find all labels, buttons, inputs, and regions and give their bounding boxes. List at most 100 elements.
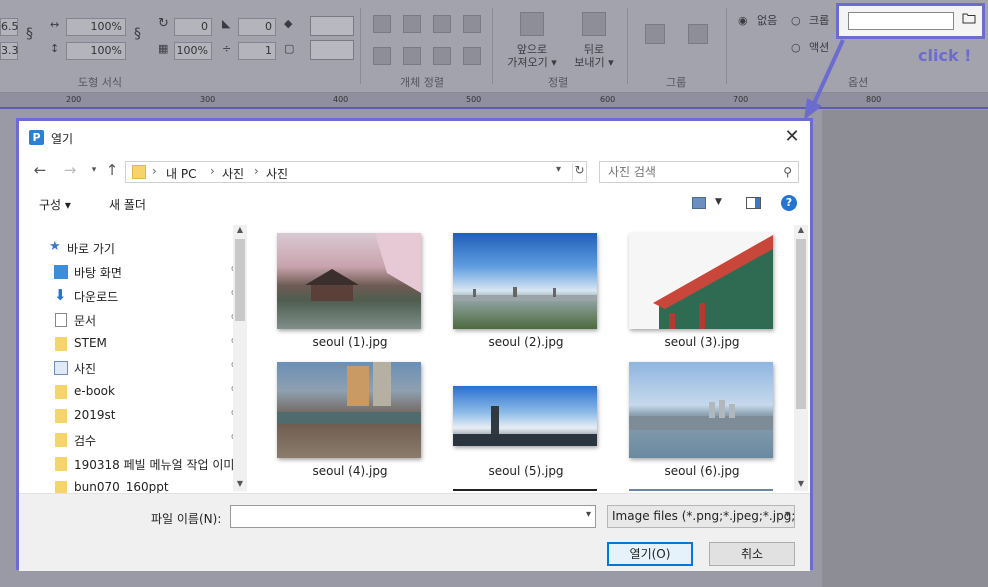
distribute-v-icon[interactable] (463, 47, 481, 65)
sidebar-item-quick-access[interactable]: ★ 바로 가기 (27, 237, 242, 259)
cancel-button[interactable]: 취소 (709, 542, 795, 566)
breadcrumb-pictures-sub[interactable]: 사진 (266, 165, 288, 182)
fill-color-dropdown[interactable] (310, 16, 354, 36)
recent-dropdown-icon[interactable]: ▾ (85, 161, 103, 179)
bring-forward-button[interactable]: 앞으로 가져오기 ▾ (503, 43, 561, 69)
change-view-icon[interactable] (692, 197, 706, 209)
file-item[interactable]: seoul (4).jpg (275, 360, 425, 488)
rotate-icon[interactable]: ↻ (158, 17, 169, 30)
group-icon[interactable] (645, 24, 665, 44)
help-icon[interactable]: ? (781, 195, 797, 211)
scroll-up-icon[interactable]: ▲ (233, 225, 247, 237)
folder-icon (55, 409, 67, 423)
new-folder-button[interactable]: 새 폴더 (109, 196, 146, 213)
breadcrumb-this-pc[interactable]: 내 PC (166, 165, 196, 182)
sidebar-item-desktop[interactable]: 바탕 화면 ⚲ (27, 261, 242, 283)
navigation-scrollbar[interactable]: ▲ ▼ (233, 225, 247, 491)
pattern-percent-field[interactable]: 100% (174, 42, 212, 60)
search-box[interactable]: ⚲ (599, 161, 799, 183)
value-field-1[interactable]: 6.5 (0, 18, 19, 36)
address-dropdown-icon[interactable]: ▾ (556, 164, 570, 175)
bring-forward-icon[interactable] (520, 12, 544, 36)
align-center-icon[interactable] (403, 15, 421, 33)
filename-dropdown-icon[interactable]: ▾ (586, 509, 591, 520)
address-bar[interactable]: › 내 PC › 사진 › 사진 ▾ ↻ (125, 161, 587, 183)
line-color-dropdown[interactable] (310, 40, 354, 60)
sidebar-item-downloads[interactable]: ⬇ 다운로드 ⚲ (27, 285, 242, 307)
ribbon-separator (726, 8, 727, 84)
filename-input[interactable]: ▾ (230, 505, 596, 528)
search-icon[interactable]: ⚲ (783, 165, 792, 179)
scroll-thumb[interactable] (796, 239, 806, 409)
sidebar-item-ebook[interactable]: e-book ⚲ (27, 381, 242, 403)
folder-icon[interactable] (962, 12, 978, 28)
border-icon[interactable]: ▢ (284, 42, 294, 55)
up-arrow-icon[interactable]: ↑ (103, 161, 121, 179)
image-path-input[interactable] (848, 12, 954, 30)
refresh-icon[interactable]: ↻ (572, 163, 586, 181)
align-left-icon[interactable] (373, 15, 391, 33)
sidebar-item-2019st[interactable]: 2019st ⚲ (27, 405, 242, 427)
file-item[interactable]: seoul (6).jpg (627, 360, 777, 488)
radio-none-label: 없음 (757, 14, 778, 27)
corner-field[interactable]: 0 (238, 18, 276, 36)
dialog-titlebar[interactable]: P 열기 ✕ (19, 121, 810, 153)
sidebar-item-stem[interactable]: STEM ⚲ (27, 333, 242, 355)
distribute-h-icon[interactable] (463, 15, 481, 33)
group-label-arrange: 정렬 (548, 76, 569, 89)
scroll-up-icon[interactable]: ▲ (794, 225, 808, 237)
view-dropdown-icon[interactable]: ▼ (715, 197, 722, 207)
radio-none-icon[interactable]: ◉ (738, 14, 748, 27)
lock-ratio-icon[interactable]: § (134, 27, 141, 41)
group-label-options: 옵션 (848, 76, 869, 89)
align-bottom-icon[interactable] (433, 47, 451, 65)
align-top-icon[interactable] (373, 47, 391, 65)
sidebar-item-review[interactable]: 검수 ⚲ (27, 429, 242, 451)
filetype-dropdown-icon[interactable]: ▾ (785, 509, 790, 520)
width-icon: ↔ (50, 18, 60, 31)
breadcrumb-pictures[interactable]: 사진 (222, 165, 244, 182)
search-input[interactable] (600, 162, 770, 182)
height-percent-field[interactable]: 100% (66, 42, 126, 60)
scroll-down-icon[interactable]: ▼ (233, 479, 247, 491)
scroll-down-icon[interactable]: ▼ (794, 479, 808, 491)
link-icon[interactable]: § (26, 27, 33, 41)
ribbon-separator (360, 8, 361, 84)
close-button[interactable]: ✕ (782, 127, 802, 147)
file-item[interactable]: seoul (2).jpg (451, 231, 601, 359)
align-middle-icon[interactable] (403, 47, 421, 65)
back-arrow-icon[interactable]: ← (31, 161, 49, 179)
file-list-scrollbar[interactable]: ▲ ▼ (794, 225, 808, 491)
file-item[interactable]: seoul (1).jpg (275, 231, 425, 359)
align-right-icon[interactable] (433, 15, 451, 33)
send-backward-button[interactable]: 뒤로 보내기 ▾ (566, 43, 622, 69)
rotate-field[interactable]: 0 (174, 18, 212, 36)
pictures-icon (54, 361, 68, 375)
group-label-object-align: 개체 정렬 (400, 76, 444, 89)
send-backward-icon[interactable] (582, 12, 606, 36)
sidebar-item-bun070[interactable]: bun070_160ppt (27, 477, 242, 493)
sidebar-item-pictures[interactable]: 사진 ⚲ (27, 357, 242, 379)
breadcrumb-separator: › (210, 164, 215, 178)
folder-icon (55, 385, 67, 399)
radio-crop-icon[interactable]: ○ (791, 14, 801, 27)
sidebar-item-documents[interactable]: 문서 ⚲ (27, 309, 242, 331)
organize-button[interactable]: 구성 ▾ (39, 196, 71, 213)
preview-pane-icon[interactable] (746, 197, 761, 209)
forward-arrow-icon[interactable]: → (61, 161, 79, 179)
filetype-select[interactable]: Image files (*.png;*.jpeg;*.jpg; ▾ (607, 505, 795, 528)
file-thumbnail-partial (453, 489, 597, 491)
corner-icon[interactable]: ◣ (222, 17, 230, 30)
sidebar-item-label: 바로 가기 (67, 242, 115, 256)
file-item[interactable]: seoul (5).jpg (451, 360, 601, 488)
line-width-field[interactable]: 1 (238, 42, 276, 60)
ungroup-icon[interactable] (688, 24, 708, 44)
fill-bucket-icon[interactable]: ◆ (284, 17, 292, 30)
scroll-thumb[interactable] (235, 239, 245, 321)
sidebar-item-manual-images[interactable]: 190318 페빌 메뉴얼 작업 이미 (27, 453, 242, 475)
folder-icon (55, 481, 67, 493)
file-item[interactable]: seoul (3).jpg (627, 231, 777, 359)
value-field-2[interactable]: 3.3 (0, 42, 19, 60)
open-button[interactable]: 열기(O) (607, 542, 693, 566)
width-percent-field[interactable]: 100% (66, 18, 126, 36)
